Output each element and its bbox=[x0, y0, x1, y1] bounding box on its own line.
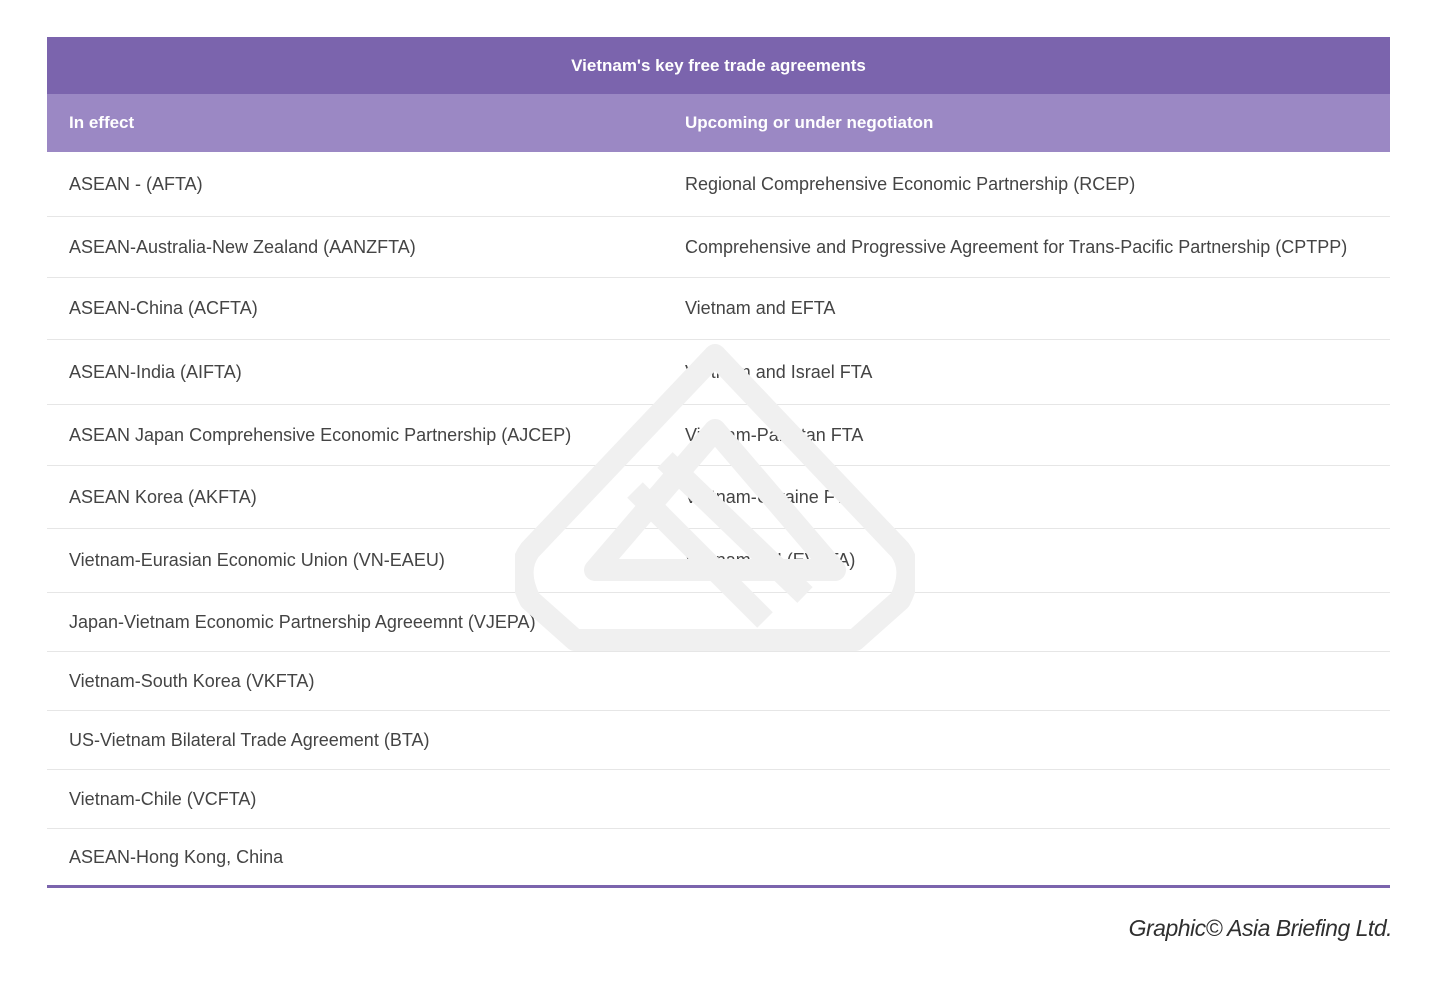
cell-upcoming: Vietnam-Pakistan FTA bbox=[685, 424, 864, 445]
fta-table: Vietnam's key free trade agreements In e… bbox=[47, 37, 1390, 888]
table-row: US-Vietnam Bilateral Trade Agreement (BT… bbox=[47, 711, 1390, 770]
table-title-text: Vietnam's key free trade agreements bbox=[571, 55, 866, 75]
cell-in-effect: ASEAN Korea (AKFTA) bbox=[69, 486, 257, 507]
cell-in-effect: ASEAN-China (ACFTA) bbox=[69, 298, 258, 318]
cell-upcoming: Vietnam and Israel FTA bbox=[685, 361, 873, 382]
cell-in-effect: ASEAN-Australia-New Zealand (AANZFTA) bbox=[69, 236, 416, 257]
cell-in-effect: Vietnam-Eurasian Economic Union (VN-EAEU… bbox=[69, 550, 445, 570]
table-row: Vietnam-Chile (VCFTA) bbox=[47, 770, 1390, 829]
cell-in-effect: Japan-Vietnam Economic Partnership Agree… bbox=[69, 611, 536, 632]
cell-upcoming: Vietnam-EU (EVFTA) bbox=[685, 550, 856, 570]
table-row: ASEAN-Hong Kong, China bbox=[47, 829, 1390, 888]
table-row: ASEAN-Australia-New Zealand (AANZFTA) Com… bbox=[47, 217, 1390, 278]
header-in-effect: In effect bbox=[69, 113, 135, 132]
table-row: ASEAN-China (ACFTA) Vietnam and EFTA bbox=[47, 278, 1390, 340]
table-row: ASEAN-India (AIFTA) Vietnam and Israel FT… bbox=[47, 340, 1390, 405]
cell-in-effect: ASEAN Japan Comprehensive Economic Partn… bbox=[69, 424, 572, 445]
table-row: Japan-Vietnam Economic Partnership Agree… bbox=[47, 593, 1390, 652]
cell-in-effect: US-Vietnam Bilateral Trade Agreement (BT… bbox=[69, 729, 430, 750]
cell-upcoming: Vietnam-Ukraine FTA bbox=[685, 486, 857, 507]
table-row: Vietnam-Eurasian Economic Union (VN-EAEU… bbox=[47, 529, 1390, 593]
table-row: ASEAN - (AFTA) Regional Comprehensive Eco… bbox=[47, 152, 1390, 217]
table-header-row: In effect Upcoming or under negotiaton bbox=[47, 94, 1390, 152]
cell-in-effect: ASEAN - (AFTA) bbox=[69, 173, 203, 194]
cell-in-effect: Vietnam-South Korea (VKFTA) bbox=[69, 670, 315, 691]
cell-in-effect: ASEAN-Hong Kong, China bbox=[69, 846, 284, 867]
graphic-credit: Graphic© Asia Briefing Ltd. bbox=[1128, 915, 1393, 941]
table-row: ASEAN Japan Comprehensive Economic Partn… bbox=[47, 405, 1390, 466]
table-body: ASEAN - (AFTA) Regional Comprehensive Eco… bbox=[47, 152, 1390, 888]
cell-upcoming: Vietnam and EFTA bbox=[685, 298, 836, 318]
cell-in-effect: ASEAN-India (AIFTA) bbox=[69, 361, 242, 382]
cell-upcoming: Comprehensive and Progressive Agreement … bbox=[685, 236, 1348, 257]
cell-in-effect: Vietnam-Chile (VCFTA) bbox=[69, 788, 257, 809]
header-upcoming: Upcoming or under negotiaton bbox=[685, 113, 934, 132]
table-row: Vietnam-South Korea (VKFTA) bbox=[47, 652, 1390, 711]
cell-upcoming: Regional Comprehensive Economic Partners… bbox=[685, 173, 1136, 194]
table-row: ASEAN Korea (AKFTA) Vietnam-Ukraine FTA bbox=[47, 466, 1390, 529]
table-title: Vietnam's key free trade agreements bbox=[47, 37, 1390, 94]
